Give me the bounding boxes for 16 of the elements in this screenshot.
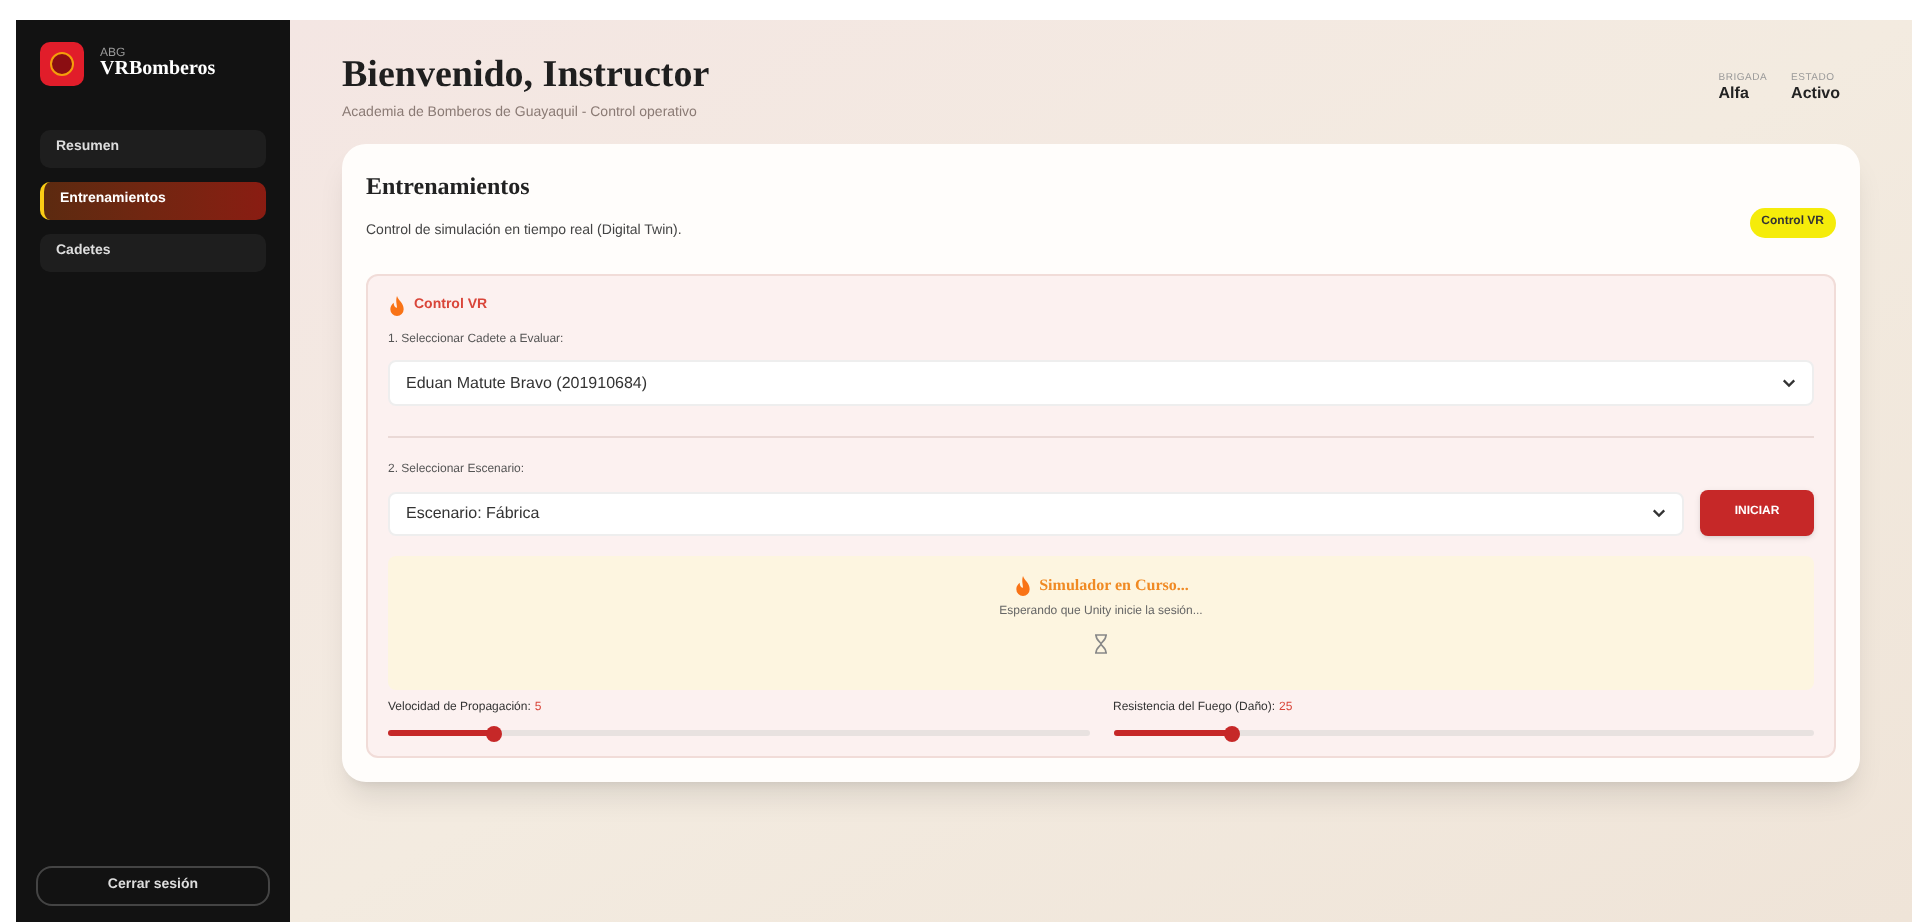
card-title: Entrenamientos (366, 170, 532, 205)
logo-icon (40, 42, 84, 86)
scenario-select[interactable]: Escenario: Fábrica (388, 491, 1684, 536)
flame-icon (1013, 576, 1032, 597)
stat-value: Alfa (1718, 84, 1751, 105)
slider-thumb[interactable] (485, 725, 502, 742)
flame-icon (388, 296, 406, 316)
chevron-icon (1782, 378, 1796, 389)
cadet-select[interactable]: Eduan Matute Bravo (201910684) (388, 360, 1814, 407)
slider-thumb[interactable] (1224, 725, 1241, 742)
status-title: Simulador en Curso... (1039, 574, 1189, 599)
page-title: Bienvenido, Instructor (342, 52, 710, 100)
hourglass-icon (1094, 634, 1108, 655)
chevron-icon (1652, 508, 1666, 519)
stat-value: Activo (1791, 84, 1840, 105)
brand-name: VRBomberos (100, 60, 216, 80)
